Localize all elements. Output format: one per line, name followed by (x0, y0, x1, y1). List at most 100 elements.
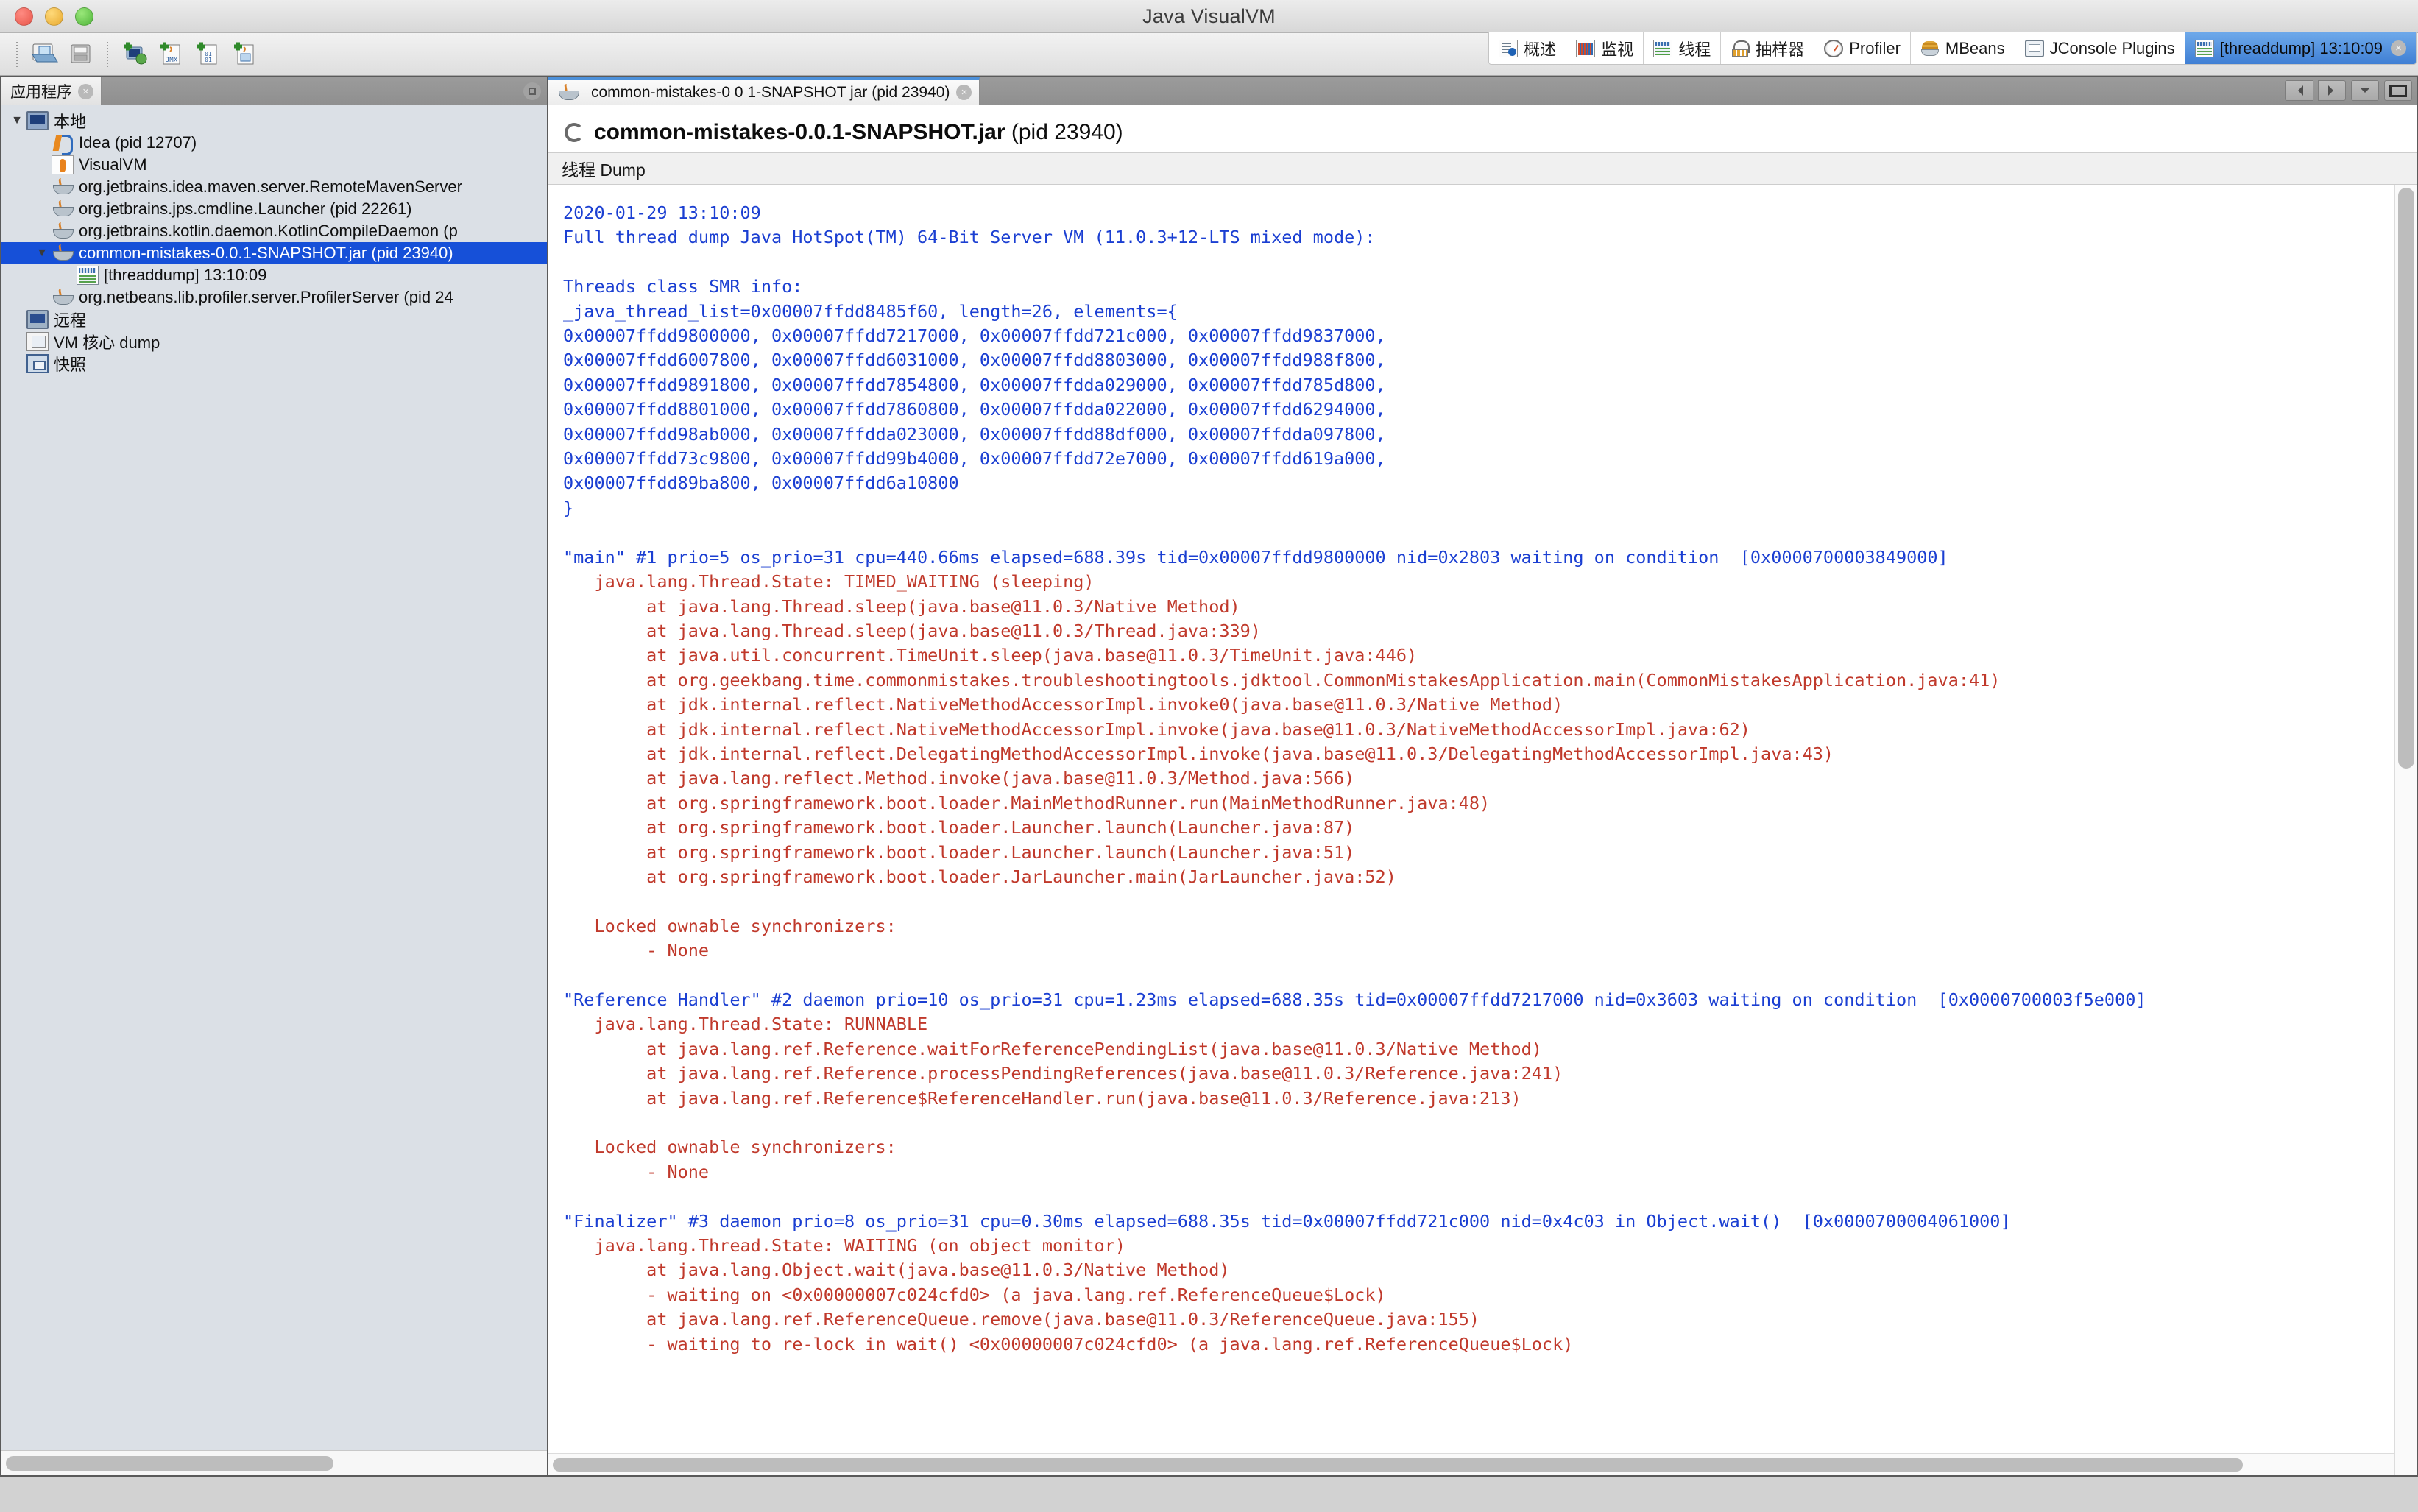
stack-frame-line: - waiting to re-lock in wait() <0x000000… (563, 1332, 2394, 1357)
stack-frame-line: java.lang.Thread.State: RUNNABLE (563, 1012, 2394, 1036)
stack-frame-line: at java.lang.Thread.sleep(java.base@11.0… (563, 619, 2394, 643)
tree-node[interactable]: org.jetbrains.kotlin.daemon.KotlinCompil… (1, 220, 547, 242)
close-icon[interactable]: × (78, 84, 93, 99)
tree-node[interactable]: ▼common-mistakes-0.0.1-SNAPSHOT.jar (pid… (1, 242, 547, 264)
thread-header-line: "Finalizer" #3 daemon prio=8 os_prio=31 … (563, 1209, 2394, 1234)
document-header: common-mistakes-0.0.1-SNAPSHOT.jar (pid … (548, 105, 2417, 152)
document-tab-label: common-mistakes-0 0 1-SNAPSHOT jar (pid … (591, 84, 950, 102)
thread-header-line: 0x00007ffdd8801000, 0x00007ffdd7860800, … (563, 398, 2394, 422)
thread-header-line: "main" #1 prio=5 os_prio=31 cpu=440.66ms… (563, 545, 2394, 570)
thread-header-line (563, 964, 2394, 988)
page-title-rest: (pid 23940) (1005, 120, 1123, 144)
stack-frame-line: - None (563, 939, 2394, 963)
tree-node[interactable]: VisualVM (1, 154, 547, 176)
thread-dump-text[interactable]: 2020-01-29 13:10:09Full thread dump Java… (548, 185, 2394, 1475)
nav-back-button[interactable] (2285, 80, 2313, 101)
stack-frame-line: at org.springframework.boot.loader.Launc… (563, 816, 2394, 840)
tree-node[interactable]: VM 核心 dump (1, 331, 547, 353)
java-icon (52, 177, 74, 197)
content-horizontal-scroll-thumb[interactable] (553, 1458, 2243, 1472)
snapshot-icon (26, 354, 49, 373)
add-jvm-icon[interactable] (228, 38, 262, 71)
thread-dump-viewer: 2020-01-29 13:10:09Full thread dump Java… (548, 185, 2417, 1475)
tree-node[interactable]: org.jetbrains.jps.cmdline.Launcher (pid … (1, 198, 547, 220)
tree-node[interactable]: ▼ 本地 (1, 110, 547, 132)
stack-frame-line: at java.lang.Object.wait(java.base@11.0.… (563, 1258, 2394, 1282)
stack-frame-line: at jdk.internal.reflect.NativeMethodAcce… (563, 718, 2394, 742)
tab-applications-label: 应用程序 (10, 80, 72, 102)
thread-header-line: Threads class SMR info: (563, 275, 2394, 299)
thread-dump-subtab-label: 线程 Dump (562, 156, 646, 181)
tree-node-label: org.netbeans.lib.profiler.server.Profile… (79, 288, 453, 307)
tab-application-document[interactable]: common-mistakes-0 0 1-SNAPSHOT jar (pid … (548, 77, 980, 105)
window-titlebar: Java VisualVM (0, 0, 2418, 33)
document-panel: common-mistakes-0 0 1-SNAPSHOT jar (pid … (548, 76, 2418, 1477)
tree-node-label: org.jetbrains.idea.maven.server.RemoteMa… (79, 177, 462, 197)
java-icon (557, 83, 579, 102)
tree-node[interactable]: [threaddump] 13:10:09 (1, 264, 547, 286)
stack-frame-line: at java.lang.ref.Reference.waitForRefere… (563, 1037, 2394, 1061)
monitor-icon (26, 111, 49, 130)
page-title: common-mistakes-0.0.1-SNAPSHOT.jar (pid … (594, 120, 1123, 145)
sidebar-horizontal-scrollbar[interactable] (1, 1450, 547, 1475)
save-snapshot-icon[interactable] (64, 38, 98, 71)
minimize-panel-button[interactable] (523, 82, 541, 100)
document-nav-buttons (2285, 80, 2412, 101)
tree-node[interactable]: Idea (pid 12707) (1, 132, 547, 154)
content-horizontal-scrollbar[interactable] (548, 1453, 2394, 1475)
opened-documents-button[interactable] (2351, 80, 2379, 101)
open-snapshot-icon[interactable] (27, 38, 61, 71)
java-icon (52, 244, 74, 263)
document-tabbar: common-mistakes-0 0 1-SNAPSHOT jar (pid … (548, 77, 2417, 105)
chevron-down-icon (2360, 88, 2370, 98)
tree-node-label: VM 核心 dump (54, 330, 160, 353)
thread-header-line: 0x00007ffdd89ba800, 0x00007ffdd6a10800 (563, 471, 2394, 495)
close-icon[interactable]: × (956, 85, 972, 100)
thread-header-line: 2020-01-29 13:10:09 (563, 201, 2394, 225)
nav-forward-button[interactable] (2318, 80, 2346, 101)
stack-frame-line: at org.springframework.boot.loader.Launc… (563, 841, 2394, 865)
chevron-down-icon[interactable]: ▼ (32, 247, 52, 260)
content-vertical-scrollbar[interactable] (2394, 185, 2417, 1475)
stack-frame-line: at java.lang.ref.Reference$ReferenceHand… (563, 1087, 2394, 1111)
thread-header-line: _java_thread_list=0x00007ffdd8485f60, le… (563, 300, 2394, 324)
add-jmx-connection-icon[interactable]: JMX (155, 38, 188, 71)
thread-header-line: 0x00007ffdd9800000, 0x00007ffdd7217000, … (563, 324, 2394, 348)
stack-frame-line: at jdk.internal.reflect.NativeMethodAcce… (563, 693, 2394, 717)
stack-frame-line: at java.lang.ref.ReferenceQueue.remove(j… (563, 1307, 2394, 1332)
toolbar-separator (16, 42, 18, 67)
coredump-icon (26, 332, 49, 351)
stack-frame-line: Locked ownable synchronizers: (563, 1135, 2394, 1159)
thread-header-line (563, 1184, 2394, 1209)
content-vertical-scroll-thumb[interactable] (2398, 188, 2414, 769)
visualvm-icon (52, 155, 74, 174)
main-split: 应用程序 × ▼ 本地Idea (pid 12707)VisualVM org.je… (0, 76, 2418, 1477)
minimize-icon (529, 88, 536, 95)
tab-applications[interactable]: 应用程序 × (1, 77, 102, 105)
page-title-bold: common-mistakes-0.0.1-SNAPSHOT.jar (594, 120, 1005, 144)
tree-node[interactable]: org.netbeans.lib.profiler.server.Profile… (1, 286, 547, 308)
tree-node-label: 本地 (54, 109, 86, 133)
tree-node-label: org.jetbrains.kotlin.daemon.KotlinCompil… (79, 222, 458, 241)
thread-header-line: 0x00007ffdd98ab000, 0x00007ffdda023000, … (563, 423, 2394, 447)
thread-dump-subtab[interactable]: 线程 Dump (548, 152, 2417, 185)
idea-icon (52, 133, 74, 152)
add-vm-coredump-icon[interactable]: 01 01 (191, 38, 225, 71)
window-icon (2389, 85, 2407, 97)
java-icon (52, 199, 74, 219)
applications-tree[interactable]: ▼ 本地Idea (pid 12707)VisualVM org.jetbrains… (1, 105, 547, 1450)
sidebar-scroll-thumb[interactable] (6, 1456, 333, 1471)
stack-frame-line: - None (563, 1160, 2394, 1184)
svg-text:JMX: JMX (166, 57, 178, 64)
stack-frame-line: - waiting on <0x00000007c024cfd0> (a jav… (563, 1283, 2394, 1307)
chevron-left-icon (2293, 85, 2303, 96)
tree-node-label: org.jetbrains.jps.cmdline.Launcher (pid … (79, 199, 411, 219)
tree-node[interactable]: 远程 (1, 308, 547, 331)
tree-node[interactable]: org.jetbrains.idea.maven.server.RemoteMa… (1, 176, 547, 198)
tree-node[interactable]: 快照 (1, 353, 547, 375)
chevron-down-icon[interactable]: ▼ (7, 114, 26, 127)
tree-node-label: VisualVM (79, 155, 147, 174)
add-remote-host-icon[interactable] (118, 38, 152, 71)
thread-header-line: 0x00007ffdd9891800, 0x00007ffdd7854800, … (563, 373, 2394, 398)
maximize-document-button[interactable] (2384, 80, 2412, 101)
